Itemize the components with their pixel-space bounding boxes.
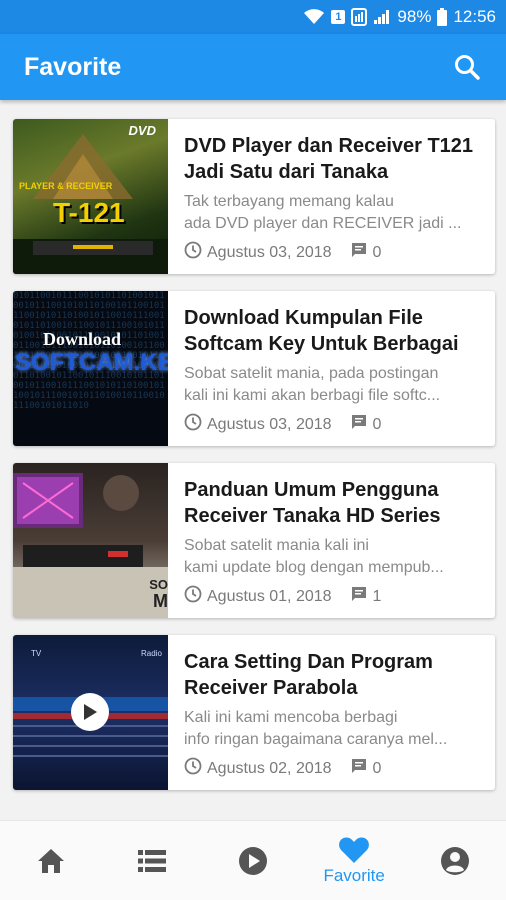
comment-icon [350, 585, 368, 608]
comment-count: 1 [372, 587, 382, 605]
post-title: Download Kumpulan File Softcam Key Untuk… [184, 307, 459, 355]
post-card[interactable]: DVD PLAYER & RECEIVER T-121 DVD Player d… [13, 119, 495, 274]
clock-icon [184, 413, 202, 436]
post-title: Panduan Umum Pengguna Receiver Tanaka HD… [184, 479, 441, 527]
post-title: Cara Setting Dan Program Receiver Parabo… [184, 651, 433, 699]
clock-icon [184, 241, 202, 264]
post-date: Agustus 02, 2018 [207, 759, 332, 777]
post-date: Agustus 03, 2018 [207, 415, 332, 433]
post-thumbnail: 0101100101110010101101001011001011100101… [13, 291, 168, 446]
clock-icon [184, 757, 202, 780]
video-play-button[interactable] [71, 693, 109, 731]
post-card[interactable]: TV Radio Cara Setting Dan Program Receiv… [13, 635, 495, 790]
wifi-icon [303, 9, 325, 25]
post-thumbnail: SO M [13, 463, 168, 618]
post-meta: Agustus 03, 2018 0 [184, 241, 481, 264]
comment-count: 0 [372, 759, 382, 777]
thumb-text: SOFTCAM.KEY [15, 349, 168, 376]
nav-home[interactable] [11, 826, 91, 896]
play-icon [84, 704, 97, 720]
post-meta: Agustus 01, 2018 1 [184, 585, 481, 608]
post-excerpt: Sobat satelit mania, pada postingan kali… [184, 365, 441, 404]
thumb-text: Radio [141, 649, 162, 658]
thumb-text: M [153, 591, 168, 611]
nav-favorite[interactable]: Favorite [314, 826, 394, 896]
app-bar: Favorite [0, 34, 506, 100]
post-excerpt: Tak terbayang memang kalau ada DVD playe… [184, 193, 462, 232]
thumb-text: DVD [128, 123, 156, 138]
nav-list[interactable] [112, 826, 192, 896]
account-icon [441, 846, 470, 875]
bottom-navigation: Favorite [0, 820, 506, 900]
post-list: DVD PLAYER & RECEIVER T-121 DVD Player d… [13, 119, 495, 807]
heart-icon [339, 836, 370, 863]
thumb-text: PLAYER & RECEIVER [19, 181, 113, 191]
battery-icon [437, 8, 448, 26]
post-thumbnail: TV Radio [13, 635, 168, 790]
comment-icon [350, 241, 368, 264]
post-excerpt: Sobat satelit mania kali ini kami update… [184, 537, 444, 576]
thumb-text: TV [31, 649, 42, 658]
post-title: DVD Player dan Receiver T121 Jadi Satu d… [184, 135, 474, 183]
thumb-text: SO [149, 577, 168, 592]
comment-count: 0 [372, 243, 382, 261]
post-excerpt: Kali ini kami mencoba berbagi info ringa… [184, 709, 448, 748]
post-thumbnail: DVD PLAYER & RECEIVER T-121 [13, 119, 168, 274]
play-circle-icon [238, 846, 267, 875]
post-card[interactable]: 0101100101110010101101001011001011100101… [13, 291, 495, 446]
comment-count: 0 [372, 415, 382, 433]
nav-account[interactable] [415, 826, 495, 896]
nav-favorite-label: Favorite [323, 865, 385, 885]
sim-badge: 1 [331, 10, 346, 24]
post-card[interactable]: SO M Panduan Umum Pengguna Receiver Tana… [13, 463, 495, 618]
post-meta: Agustus 02, 2018 0 [184, 757, 481, 780]
thumb-text: Download [43, 329, 122, 349]
status-bar: 1 98% 12:56 [0, 0, 506, 34]
page-title: Favorite [24, 52, 122, 81]
home-icon [37, 848, 64, 873]
search-icon[interactable] [452, 52, 482, 82]
nav-video[interactable] [213, 826, 293, 896]
signal-icon [373, 9, 391, 25]
post-meta: Agustus 03, 2018 0 [184, 413, 481, 436]
sim-icon [351, 8, 368, 26]
post-date: Agustus 01, 2018 [207, 587, 332, 605]
battery-percent: 98% [397, 7, 432, 26]
list-icon [137, 849, 166, 872]
thumb-text: T-121 [53, 197, 125, 228]
comment-icon [350, 757, 368, 780]
clock-icon [184, 585, 202, 608]
post-date: Agustus 03, 2018 [207, 243, 332, 261]
comment-icon [350, 413, 368, 436]
clock: 12:56 [453, 7, 496, 26]
